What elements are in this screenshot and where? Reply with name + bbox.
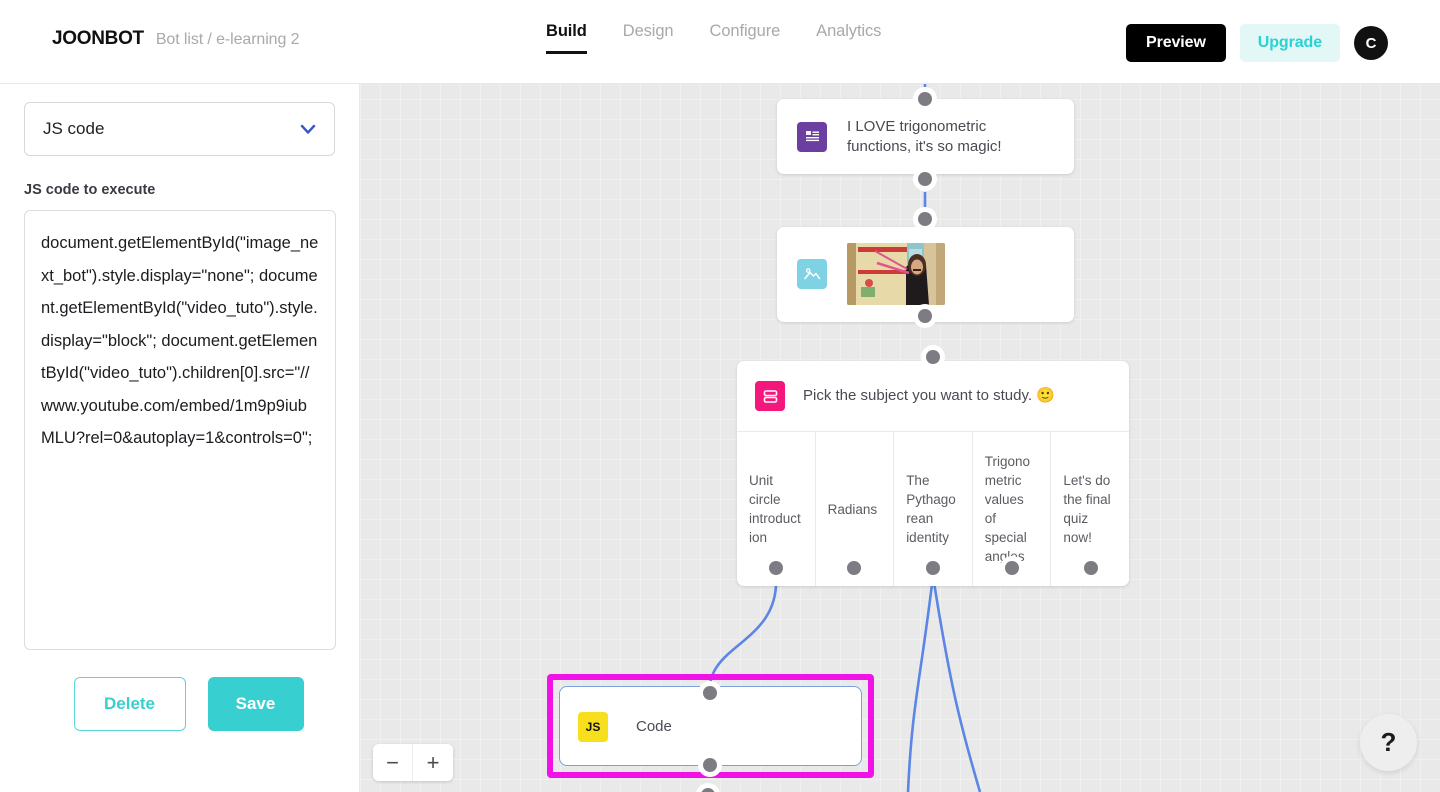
- sidebar-action-buttons: Delete Save: [24, 677, 335, 731]
- tab-design[interactable]: Design: [623, 22, 674, 54]
- buttons-block-icon: [755, 381, 785, 411]
- tab-build[interactable]: Build: [546, 22, 587, 54]
- text-node-port-in[interactable]: [913, 87, 937, 111]
- code-node-port-out[interactable]: [698, 753, 722, 777]
- tab-analytics[interactable]: Analytics: [816, 22, 881, 54]
- block-settings-sidebar: JS code JS code to execute Delete Save: [0, 84, 360, 792]
- text-node-message: I LOVE trigonometric functions, it's so …: [847, 117, 1054, 156]
- image-node-port-in[interactable]: [913, 207, 937, 231]
- brand-breadcrumb-group: JOONBOT Bot list / e-learning 2: [52, 28, 299, 50]
- zoom-out-button[interactable]: −: [373, 744, 413, 781]
- buttons-node-message: Pick the subject you want to study. 🙂: [803, 386, 1055, 406]
- text-block-icon: [797, 122, 827, 152]
- image-node-port-out[interactable]: [913, 304, 937, 328]
- zoom-in-button[interactable]: +: [413, 744, 453, 781]
- save-button[interactable]: Save: [208, 677, 304, 731]
- image-node-thumbnail: [847, 243, 945, 305]
- choice-port-out[interactable]: [842, 556, 866, 580]
- code-node-port-in[interactable]: [698, 681, 722, 705]
- code-field-label: JS code to execute: [24, 182, 335, 198]
- avatar[interactable]: C: [1354, 26, 1388, 60]
- help-button[interactable]: ?: [1360, 714, 1417, 771]
- choice-port-out[interactable]: [921, 556, 945, 580]
- delete-button[interactable]: Delete: [74, 677, 186, 731]
- choice-port-out[interactable]: [1079, 556, 1103, 580]
- header-actions: Preview Upgrade C: [1126, 24, 1388, 62]
- choice-port-out[interactable]: [1000, 556, 1024, 580]
- flow-canvas[interactable]: I LOVE trigonometric functions, it's so …: [360, 84, 1440, 792]
- block-type-select[interactable]: JS code: [24, 102, 335, 156]
- text-node-port-out[interactable]: [913, 167, 937, 191]
- chevron-down-icon: [298, 119, 318, 139]
- buttons-message-node[interactable]: Pick the subject you want to study. 🙂 Un…: [737, 361, 1129, 586]
- buttons-node-head: Pick the subject you want to study. 🙂: [737, 361, 1129, 431]
- upgrade-button[interactable]: Upgrade: [1240, 24, 1340, 62]
- tab-configure[interactable]: Configure: [710, 22, 781, 54]
- choice-port-out[interactable]: [764, 556, 788, 580]
- image-block-icon: [797, 259, 827, 289]
- block-type-value: JS code: [43, 119, 104, 139]
- app-logo-text: JOONBOT: [52, 28, 144, 50]
- js-code-textarea[interactable]: [24, 210, 336, 650]
- main-nav-tabs: Build Design Configure Analytics: [546, 22, 917, 54]
- buttons-node-port-in[interactable]: [921, 345, 945, 369]
- app-header: JOONBOT Bot list / e-learning 2 Build De…: [0, 0, 1440, 84]
- preview-button[interactable]: Preview: [1126, 24, 1226, 62]
- breadcrumb[interactable]: Bot list / e-learning 2: [156, 31, 300, 49]
- zoom-controls: − +: [373, 744, 453, 781]
